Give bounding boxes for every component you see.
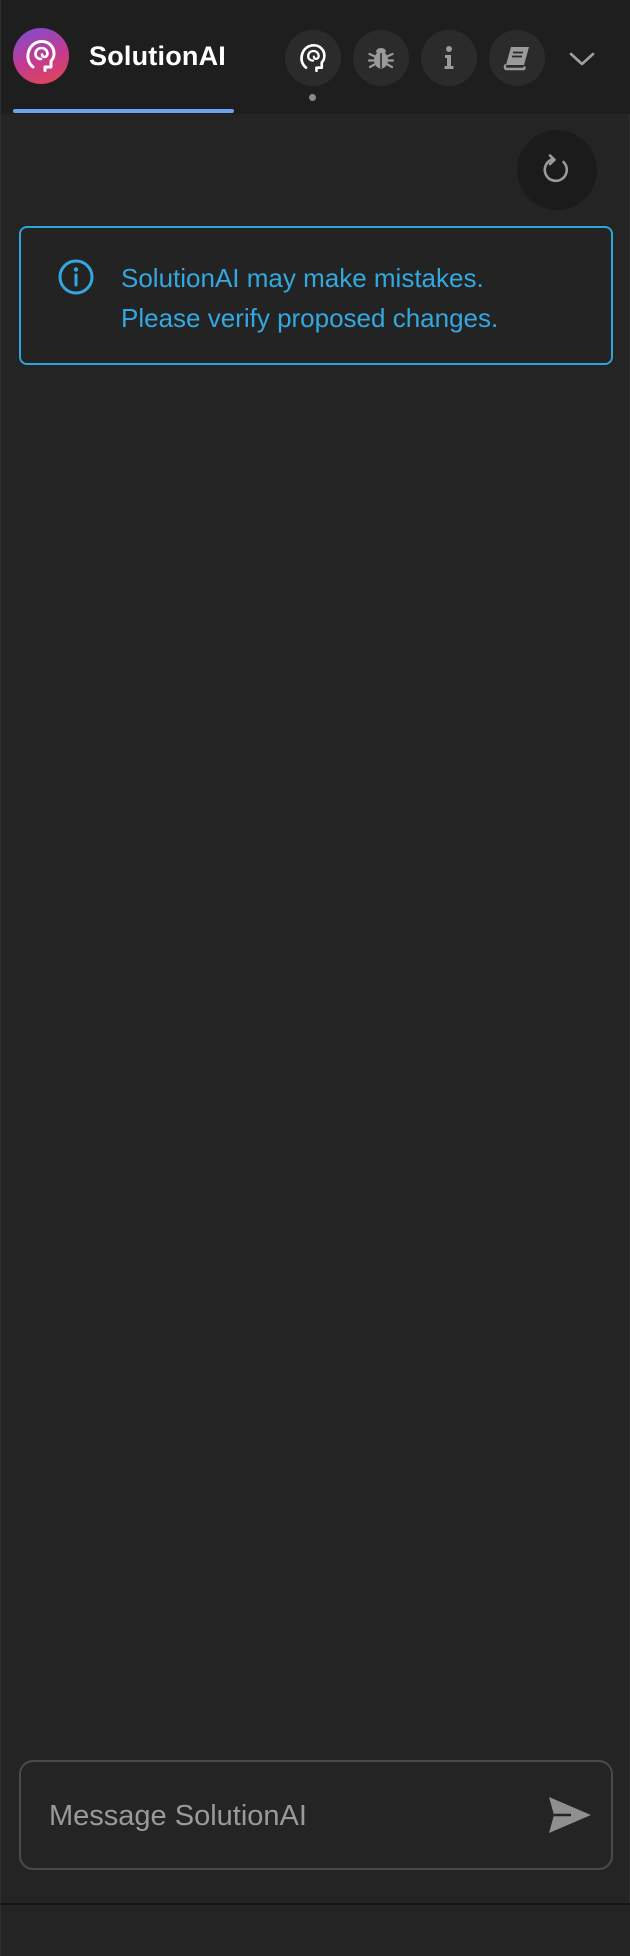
send-icon bbox=[549, 1797, 591, 1833]
book-icon bbox=[503, 47, 529, 71]
app-title: SolutionAI bbox=[89, 40, 226, 71]
solutionai-logo bbox=[13, 28, 69, 84]
active-tab-dot bbox=[309, 94, 316, 101]
bug-icon bbox=[367, 48, 395, 69]
debug-tab-button[interactable] bbox=[353, 30, 409, 86]
active-tab-indicator bbox=[13, 109, 234, 113]
disclaimer-text: SolutionAI may make mistakes. Please ver… bbox=[121, 258, 591, 338]
status-footer bbox=[1, 1905, 630, 1956]
chevron-down-icon bbox=[569, 52, 595, 66]
assistant-head-logo-icon bbox=[26, 40, 56, 72]
disclaimer-line-2: Please verify proposed changes. bbox=[121, 303, 499, 333]
info-tab-button[interactable] bbox=[421, 30, 477, 86]
header: SolutionAI bbox=[1, 0, 630, 114]
assistant-tab-button[interactable] bbox=[285, 30, 341, 86]
message-composer bbox=[19, 1760, 613, 1870]
docs-tab-button[interactable] bbox=[489, 30, 545, 86]
info-letter-icon bbox=[444, 46, 454, 69]
assistant-head-icon bbox=[300, 44, 326, 72]
refresh-button[interactable] bbox=[517, 130, 597, 210]
info-circle-icon bbox=[58, 259, 94, 295]
brand[interactable]: SolutionAI bbox=[13, 28, 226, 84]
refresh-icon bbox=[543, 154, 569, 183]
app-window: SolutionAI SolutionAI may make mistakes.… bbox=[0, 0, 630, 1956]
disclaimer-line-1: SolutionAI may make mistakes. bbox=[121, 263, 484, 293]
message-input[interactable] bbox=[47, 1792, 521, 1840]
disclaimer-banner: SolutionAI may make mistakes. Please ver… bbox=[19, 226, 613, 365]
more-menu-button[interactable] bbox=[561, 38, 603, 80]
send-button[interactable] bbox=[545, 1790, 595, 1840]
